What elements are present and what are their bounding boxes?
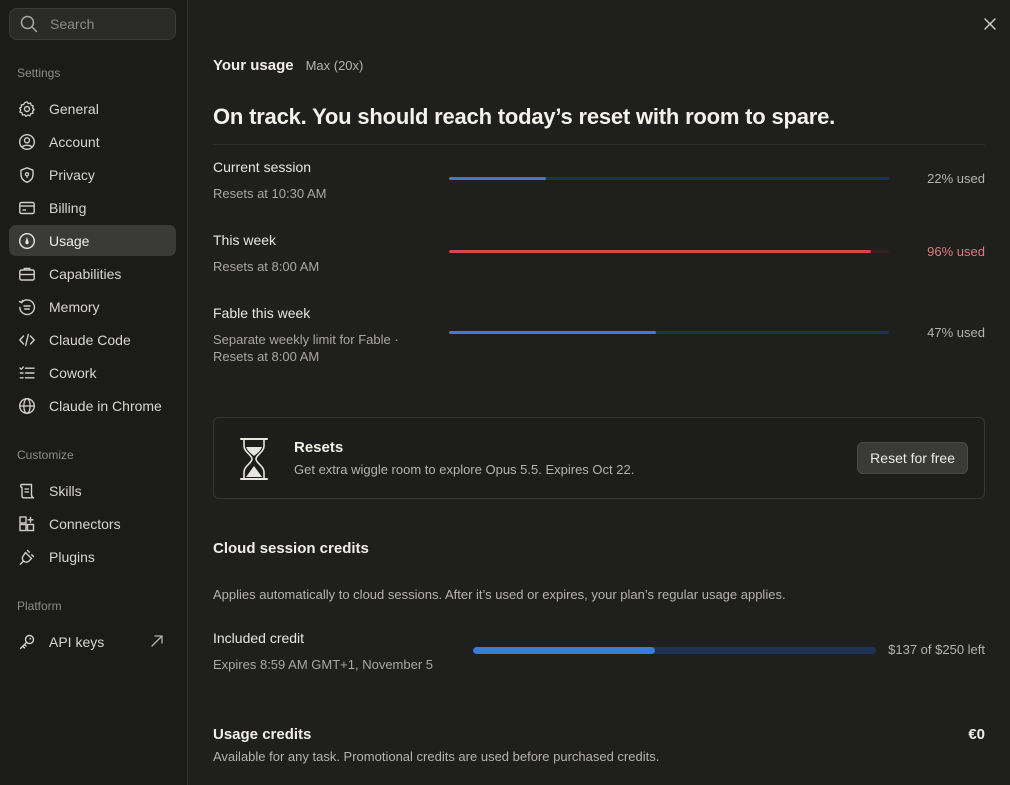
search-placeholder: Search bbox=[50, 16, 95, 32]
usage-percent: 96% used bbox=[927, 244, 985, 259]
sidebar-item-label: Claude in Chrome bbox=[49, 397, 162, 414]
resets-title: Resets bbox=[294, 439, 344, 456]
search-input[interactable]: Search bbox=[9, 8, 176, 40]
limit-label: Current session bbox=[213, 159, 312, 175]
search-icon bbox=[20, 15, 38, 33]
sidebar-item-label: Cowork bbox=[49, 364, 97, 381]
resets-subtitle: Get extra wiggle room to explore Opus 5.… bbox=[294, 462, 635, 477]
sidebar-item-general[interactable]: General bbox=[9, 93, 176, 124]
sidebar-item-label: API keys bbox=[49, 633, 105, 650]
plug-icon bbox=[18, 548, 36, 566]
sidebar-item-usage[interactable]: Usage bbox=[9, 225, 176, 256]
close-icon bbox=[984, 18, 996, 30]
limit-label: This week bbox=[213, 232, 277, 248]
sidebar-item-label: Skills bbox=[49, 482, 82, 499]
usage-headline: On track. You should reach today’s reset… bbox=[213, 104, 836, 129]
limit-reset-text: Separate weekly limit for Fable · bbox=[213, 332, 399, 347]
sidebar-item-label: Usage bbox=[49, 232, 90, 249]
scroll-icon bbox=[18, 482, 36, 500]
sidebar-item-billing[interactable]: Billing bbox=[9, 192, 176, 223]
sidebar-item-label: Account bbox=[49, 133, 100, 150]
reset-for-free-button[interactable]: Reset for free bbox=[857, 442, 968, 474]
close-button[interactable] bbox=[982, 16, 998, 32]
sidebar-item-label: Claude Code bbox=[49, 331, 131, 348]
fable-progress-bar bbox=[449, 331, 889, 334]
weekly-progress-bar bbox=[449, 250, 889, 253]
progress-fill bbox=[449, 177, 546, 180]
sidebar-item-label: Privacy bbox=[49, 166, 95, 183]
usage-credits-title: Usage credits bbox=[213, 726, 312, 743]
gauge-icon bbox=[18, 232, 36, 250]
sidebar-item-claude-code[interactable]: Claude Code bbox=[9, 324, 176, 355]
sidebar-item-label: Connectors bbox=[49, 515, 121, 532]
usage-percent: 22% used bbox=[927, 171, 985, 186]
code-icon bbox=[18, 331, 36, 349]
sidebar-item-memory[interactable]: Memory bbox=[9, 291, 176, 322]
gear-icon bbox=[18, 100, 36, 118]
included-credit-expiry: Expires 8:59 AM GMT+1, November 5 bbox=[213, 657, 434, 672]
platform-section-label: Platform bbox=[17, 599, 62, 613]
progress-fill bbox=[449, 250, 872, 253]
session-progress-bar bbox=[449, 177, 889, 180]
usage-panel: Your usage Max (20x) On track. You shoul… bbox=[189, 0, 1010, 785]
sidebar-item-connectors[interactable]: Connectors bbox=[9, 508, 176, 539]
credit-progress-bar bbox=[473, 647, 876, 654]
progress-fill bbox=[449, 331, 656, 334]
cloud-credits-title: Cloud session credits bbox=[213, 540, 369, 557]
grid-plus-icon bbox=[18, 515, 36, 533]
sidebar-item-cowork[interactable]: Cowork bbox=[9, 357, 176, 388]
sidebar-item-label: Plugins bbox=[49, 548, 95, 565]
cloud-credits-description: Applies automatically to cloud sessions.… bbox=[213, 587, 786, 602]
key-icon bbox=[18, 633, 36, 651]
sidebar-item-label: Capabilities bbox=[49, 265, 122, 282]
plan-label: Max (20x) bbox=[305, 58, 364, 73]
usage-header: Your usage Max (20x) bbox=[213, 57, 363, 74]
resets-card: Resets Get extra wiggle room to explore … bbox=[213, 417, 985, 499]
sidebar: Search Settings General Account Privacy … bbox=[0, 0, 188, 785]
sidebar-item-claude-in-chrome[interactable]: Claude in Chrome bbox=[9, 390, 176, 421]
briefcase-icon bbox=[18, 265, 36, 283]
limit-reset-text: Resets at 8:00 AM bbox=[213, 259, 320, 274]
sidebar-item-plugins[interactable]: Plugins bbox=[9, 541, 176, 572]
sidebar-item-api-keys[interactable]: API keys bbox=[9, 626, 176, 657]
limit-reset-text-2: Resets at 8:00 AM bbox=[213, 349, 320, 364]
settings-section-label: Settings bbox=[17, 66, 61, 80]
sidebar-item-capabilities[interactable]: Capabilities bbox=[9, 258, 176, 289]
external-link-icon bbox=[150, 634, 164, 651]
sidebar-item-skills[interactable]: Skills bbox=[9, 475, 176, 506]
limit-label: Fable this week bbox=[213, 305, 311, 321]
customize-section-label: Customize bbox=[17, 448, 74, 462]
page-title: Your usage bbox=[213, 57, 294, 74]
usage-percent: 47% used bbox=[927, 325, 985, 340]
divider bbox=[213, 144, 985, 145]
memory-icon bbox=[18, 298, 36, 316]
user-circle-icon bbox=[18, 133, 36, 151]
checklist-icon bbox=[18, 364, 36, 382]
limit-reset-text: Resets at 10:30 AM bbox=[213, 186, 327, 201]
hourglass-icon bbox=[239, 437, 269, 484]
progress-fill bbox=[473, 647, 656, 654]
sidebar-item-label: General bbox=[49, 100, 99, 117]
included-credit-label: Included credit bbox=[213, 630, 305, 646]
globe-icon bbox=[18, 397, 36, 415]
sidebar-item-account[interactable]: Account bbox=[9, 126, 176, 157]
credit-remaining: $137 of $250 left bbox=[888, 642, 985, 657]
sidebar-item-label: Memory bbox=[49, 298, 100, 315]
credit-card-icon bbox=[18, 199, 36, 217]
usage-credits-amount: €0 bbox=[968, 726, 985, 743]
sidebar-item-privacy[interactable]: Privacy bbox=[9, 159, 176, 190]
usage-credits-description: Available for any task. Promotional cred… bbox=[213, 749, 660, 764]
sidebar-item-label: Billing bbox=[49, 199, 87, 216]
shield-icon bbox=[18, 166, 36, 184]
